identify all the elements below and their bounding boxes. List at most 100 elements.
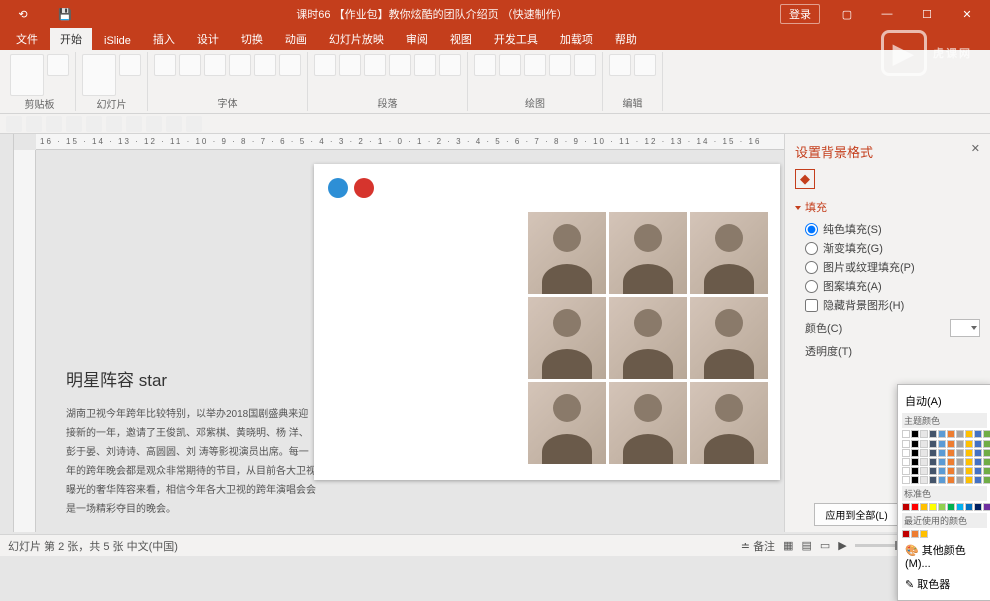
fill-option[interactable]: 隐藏背景图形(H) [805, 297, 980, 313]
color-swatch[interactable] [929, 467, 937, 475]
color-swatch[interactable] [974, 458, 982, 466]
celebrity-photo[interactable] [690, 212, 768, 294]
color-swatch[interactable] [965, 440, 973, 448]
menu-tab-12[interactable]: 帮助 [605, 28, 647, 50]
color-swatch[interactable] [920, 449, 928, 457]
color-swatch[interactable] [920, 476, 928, 484]
color-swatch[interactable] [965, 476, 973, 484]
menu-tab-4[interactable]: 设计 [187, 28, 229, 50]
ribbon-button[interactable] [524, 54, 546, 76]
qat-btn[interactable] [6, 116, 22, 132]
menu-tab-11[interactable]: 加载项 [550, 28, 603, 50]
color-swatch[interactable] [938, 476, 946, 484]
color-swatch[interactable] [956, 449, 964, 457]
color-swatch[interactable] [983, 430, 990, 438]
celebrity-photo[interactable] [609, 382, 687, 464]
color-swatch[interactable] [911, 440, 919, 448]
color-swatch[interactable] [956, 458, 964, 466]
color-swatch[interactable] [983, 449, 990, 457]
celebrity-photo[interactable] [690, 382, 768, 464]
celebrity-photo[interactable] [609, 297, 687, 379]
qat-btn[interactable] [46, 116, 62, 132]
color-swatch[interactable] [911, 430, 919, 438]
minimize-icon[interactable]: — [868, 2, 906, 26]
qat-btn[interactable] [186, 116, 202, 132]
color-swatch[interactable] [938, 430, 946, 438]
ribbon-button[interactable] [574, 54, 596, 76]
color-swatch[interactable] [965, 467, 973, 475]
menu-tab-10[interactable]: 开发工具 [484, 28, 548, 50]
color-swatch[interactable] [902, 503, 910, 511]
color-swatch[interactable] [956, 476, 964, 484]
color-swatch[interactable] [983, 467, 990, 475]
auto-color[interactable]: 自动(A) [902, 391, 987, 411]
color-swatch[interactable] [974, 440, 982, 448]
ribbon-button[interactable] [82, 54, 116, 96]
color-swatch[interactable] [947, 503, 955, 511]
view-slideshow-icon[interactable]: ▶ [838, 539, 846, 552]
color-swatch[interactable] [911, 467, 919, 475]
fill-section-title[interactable]: 填充 [795, 199, 980, 215]
canvas-area[interactable]: 16 · 15 · 14 · 13 · 12 · 11 · 10 · 9 · 8… [14, 134, 784, 532]
color-swatch[interactable] [983, 458, 990, 466]
ribbon-button[interactable] [414, 54, 436, 76]
color-swatch[interactable] [965, 430, 973, 438]
qat-btn[interactable] [66, 116, 82, 132]
color-swatch[interactable] [938, 440, 946, 448]
ribbon-button[interactable] [279, 54, 301, 76]
color-swatch[interactable] [929, 449, 937, 457]
ribbon-button[interactable] [119, 54, 141, 76]
fill-category-icon[interactable]: ◆ [795, 169, 815, 189]
color-swatch[interactable] [911, 476, 919, 484]
ribbon-button[interactable] [389, 54, 411, 76]
qat-btn[interactable] [86, 116, 102, 132]
color-swatch[interactable] [929, 503, 937, 511]
menu-tab-5[interactable]: 切换 [231, 28, 273, 50]
color-swatch[interactable] [956, 467, 964, 475]
color-swatch[interactable] [974, 476, 982, 484]
eyedropper[interactable]: ✎ 取色器 [902, 574, 987, 594]
color-swatch[interactable] [920, 458, 928, 466]
color-swatch[interactable] [902, 449, 910, 457]
qat-btn[interactable] [146, 116, 162, 132]
color-swatch[interactable] [902, 430, 910, 438]
ribbon-button[interactable] [179, 54, 201, 76]
autosave-icon[interactable]: ⟲ [4, 2, 42, 26]
menu-tab-8[interactable]: 审阅 [396, 28, 438, 50]
qat-btn[interactable] [126, 116, 142, 132]
menu-tab-2[interactable]: iSlide [94, 32, 141, 50]
ribbon-button[interactable] [10, 54, 44, 96]
ribbon-button[interactable] [549, 54, 571, 76]
celebrity-photo[interactable] [690, 297, 768, 379]
color-swatch[interactable] [902, 440, 910, 448]
color-swatch[interactable] [965, 458, 973, 466]
view-sorter-icon[interactable]: ▤ [801, 539, 811, 552]
ribbon-button[interactable] [204, 54, 226, 76]
color-picker-button[interactable] [950, 319, 980, 337]
color-swatch[interactable] [956, 503, 964, 511]
color-swatch[interactable] [920, 467, 928, 475]
color-swatch[interactable] [902, 476, 910, 484]
celebrity-photo[interactable] [609, 212, 687, 294]
menu-tab-3[interactable]: 插入 [143, 28, 185, 50]
color-swatch[interactable] [929, 430, 937, 438]
color-swatch[interactable] [965, 449, 973, 457]
fill-option[interactable]: 图案填充(A) [805, 278, 980, 294]
color-swatch[interactable] [947, 430, 955, 438]
color-swatch[interactable] [965, 503, 973, 511]
color-swatch[interactable] [938, 458, 946, 466]
color-swatch[interactable] [983, 440, 990, 448]
color-swatch[interactable] [947, 440, 955, 448]
ribbon-button[interactable] [499, 54, 521, 76]
color-swatch[interactable] [938, 449, 946, 457]
color-swatch[interactable] [947, 458, 955, 466]
pane-close-icon[interactable]: ✕ [971, 142, 980, 155]
celebrity-photo[interactable] [528, 212, 606, 294]
more-colors[interactable]: 🎨 其他颜色(M)... [902, 540, 987, 572]
color-swatch[interactable] [911, 458, 919, 466]
fill-option[interactable]: 渐变填充(G) [805, 240, 980, 256]
color-swatch[interactable] [911, 530, 919, 538]
slide[interactable] [314, 164, 780, 480]
fill-option[interactable]: 图片或纹理填充(P) [805, 259, 980, 275]
ribbon-button[interactable] [364, 54, 386, 76]
